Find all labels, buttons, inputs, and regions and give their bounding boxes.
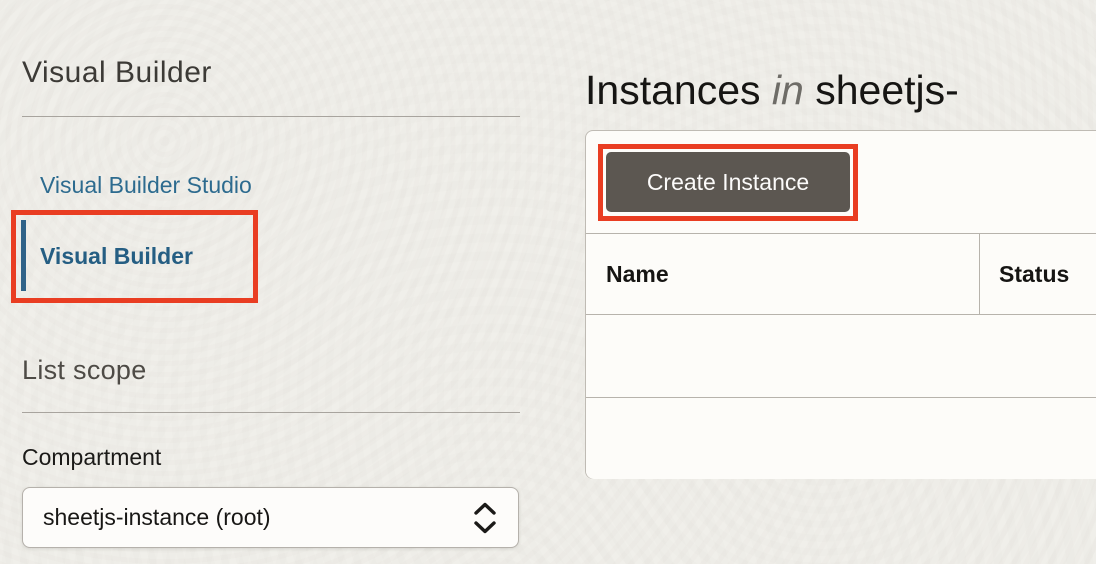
table-row: [586, 315, 1096, 398]
page-title: Instances in sheetjs-: [585, 67, 959, 114]
compartment-select[interactable]: sheetjs-instance (root): [22, 487, 519, 548]
create-instance-button[interactable]: Create Instance: [606, 152, 850, 212]
select-chevrons-icon: [474, 502, 496, 533]
column-divider: [979, 234, 980, 315]
sidebar-item-visual-builder[interactable]: Visual Builder: [40, 243, 193, 270]
page-title-conjunction: in: [771, 67, 804, 114]
compartment-select-value: sheetjs-instance (root): [43, 504, 271, 530]
page-title-scope: sheetjs-: [815, 67, 959, 114]
instances-panel: Create Instance Name Status: [585, 130, 1096, 479]
column-header-name[interactable]: Name: [606, 234, 669, 314]
sidebar-item-visual-builder-studio[interactable]: Visual Builder Studio: [40, 172, 252, 199]
compartment-label: Compartment: [22, 444, 162, 470]
instances-table-header: Name Status: [586, 234, 1096, 315]
column-header-status[interactable]: Status: [999, 234, 1069, 314]
selected-item-indicator-bar: [21, 220, 26, 291]
list-scope-heading: List scope: [22, 355, 147, 385]
instances-toolbar: Create Instance: [586, 131, 1096, 234]
page-title-prefix: Instances: [585, 67, 761, 114]
sidebar-divider-list-scope: [22, 412, 520, 413]
table-row: [586, 398, 1096, 479]
sidebar-title: Visual Builder: [22, 56, 212, 90]
sidebar-divider-top: [22, 116, 520, 117]
oci-console-screen: Visual Builder Visual Builder Studio Vis…: [0, 0, 1096, 564]
